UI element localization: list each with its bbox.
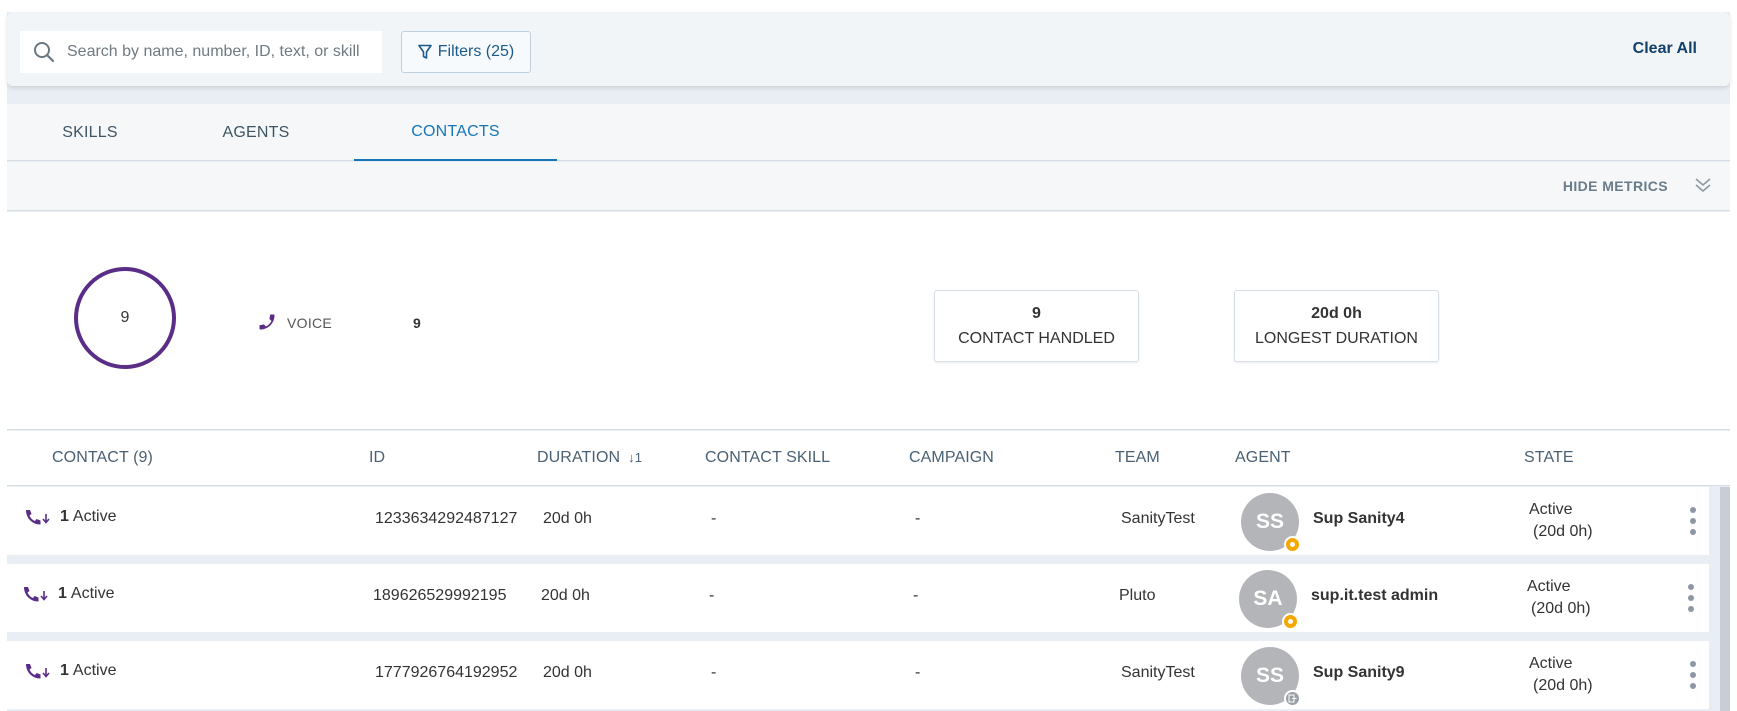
total-contacts-donut: 9 [74,267,176,369]
metrics-toolbar: HIDE METRICS [7,162,1730,211]
longest-duration-label: LONGEST DURATION [1255,330,1418,347]
contact-handled-value: 9 [1032,305,1041,322]
state-label: Active [1529,501,1573,518]
agent-avatar: SS [1241,647,1301,707]
contact-team: Pluto [1119,587,1156,604]
contact-cell: 1 Active [20,584,114,604]
row-more-menu-icon[interactable] [1688,661,1698,689]
active-count: 1 [58,585,67,602]
search-box[interactable] [20,31,382,73]
phone-icon [259,314,275,330]
tab-bar: SKILLS AGENTS CONTACTS [7,104,1730,161]
contact-skill: - [711,510,717,527]
filters-button[interactable]: Filters (25) [401,31,531,73]
state-duration: (20d 0h) [1533,523,1593,540]
agent-name[interactable]: sup.it.test admin [1311,587,1438,605]
tab-agents[interactable]: AGENTS [173,104,339,161]
search-icon [34,42,55,63]
longest-duration-value: 20d 0h [1311,305,1362,322]
column-header-agent[interactable]: AGENT [1235,449,1291,467]
contact-campaign: - [915,664,921,681]
app-root: Filters (25) Clear All SKILLS AGENTS CON… [7,12,1730,711]
contact-status: Active [70,585,115,602]
active-count: 1 [60,662,69,679]
metrics-panel: 9 VOICE 9 9 CONTACT HANDLED 20d 0h LONGE… [7,212,1730,430]
clear-all-button[interactable]: Clear All [1633,40,1697,58]
tab-skills[interactable]: SKILLS [7,104,173,161]
contact-id: 189626529992195 [373,587,507,604]
table-scrollbar[interactable] [1720,487,1730,711]
contact-duration: 20d 0h [541,587,590,604]
contact-state: Active (20d 0h) [1529,499,1593,543]
voice-channel-label: VOICE [287,315,333,331]
row-more-menu-icon[interactable] [1686,584,1696,612]
search-input[interactable] [67,43,367,61]
contact-campaign: - [915,510,921,527]
agent-initials: SS [1255,510,1284,533]
contact-campaign: - [913,587,919,604]
total-contacts-value: 9 [120,309,130,326]
column-header-campaign[interactable]: CAMPAIGN [909,449,994,467]
contacts-table-body: 1 Active 1233634292487127 20d 0h - - San… [7,487,1730,711]
agent-initials: SA [1253,587,1283,610]
filter-funnel-icon [417,44,432,59]
presence-away-icon [1282,613,1299,630]
voice-channel-count: 9 [413,315,421,331]
longest-duration-card: 20d 0h LONGEST DURATION [1234,290,1439,362]
contact-team: SanityTest [1121,664,1195,681]
contact-cell: 1 Active [22,507,116,527]
contact-duration: 20d 0h [543,510,592,527]
contact-status: Active [72,508,117,525]
contact-skill: - [709,587,715,604]
table-row[interactable]: 1 Active 1233634292487127 20d 0h - - San… [7,487,1709,555]
column-header-contact-skill[interactable]: CONTACT SKILL [705,449,830,467]
contacts-table-header: CONTACT (9) ID DURATION ↓1 CONTACT SKILL … [7,431,1730,486]
inbound-call-icon [26,664,50,679]
active-count: 1 [60,508,69,525]
contact-handled-label: CONTACT HANDLED [958,330,1115,347]
column-header-state[interactable]: STATE [1524,449,1574,467]
column-header-team[interactable]: TEAM [1115,449,1160,467]
contact-skill: - [711,664,717,681]
contact-id: 1777926764192952 [375,664,518,681]
filter-bar: Filters (25) Clear All [7,12,1730,86]
contact-state: Active (20d 0h) [1527,576,1591,620]
table-row[interactable]: 1 Active 189626529992195 20d 0h - - Plut… [7,564,1709,632]
column-header-duration[interactable]: DURATION ↓1 [537,449,642,467]
state-label: Active [1529,655,1573,672]
contact-team: SanityTest [1121,510,1195,527]
agent-name[interactable]: Sup Sanity9 [1313,664,1405,682]
row-more-menu-icon[interactable] [1688,507,1698,535]
state-label: Active [1527,578,1571,595]
column-header-id[interactable]: ID [369,449,385,467]
filters-button-label: Filters (25) [437,43,515,60]
hide-metrics-button[interactable]: HIDE METRICS [1563,178,1668,194]
contact-cell: 1 Active [22,661,116,681]
presence-away-icon [1284,536,1301,553]
agent-avatar: SA [1239,570,1299,630]
agent-avatar: SS [1241,493,1301,553]
inbound-call-icon [26,510,50,525]
inbound-call-icon [24,587,48,602]
sort-descending-icon[interactable]: ↓1 [628,450,642,465]
double-chevron-down-icon[interactable] [1694,175,1712,195]
agent-name[interactable]: Sup Sanity4 [1313,510,1405,528]
contact-duration: 20d 0h [543,664,592,681]
tab-contacts[interactable]: CONTACTS [354,104,557,161]
contact-id: 1233634292487127 [375,510,518,527]
contact-status: Active [72,662,117,679]
presence-logged-out-icon [1284,690,1301,707]
agent-initials: SS [1255,664,1284,687]
column-header-contact[interactable]: CONTACT (9) [52,449,153,467]
column-header-duration-label: DURATION [537,449,621,466]
state-duration: (20d 0h) [1531,600,1591,617]
contact-state: Active (20d 0h) [1529,653,1593,697]
state-duration: (20d 0h) [1533,677,1593,694]
table-row[interactable]: 1 Active 1777926764192952 20d 0h - - San… [7,641,1709,709]
contact-handled-card: 9 CONTACT HANDLED [934,290,1139,362]
